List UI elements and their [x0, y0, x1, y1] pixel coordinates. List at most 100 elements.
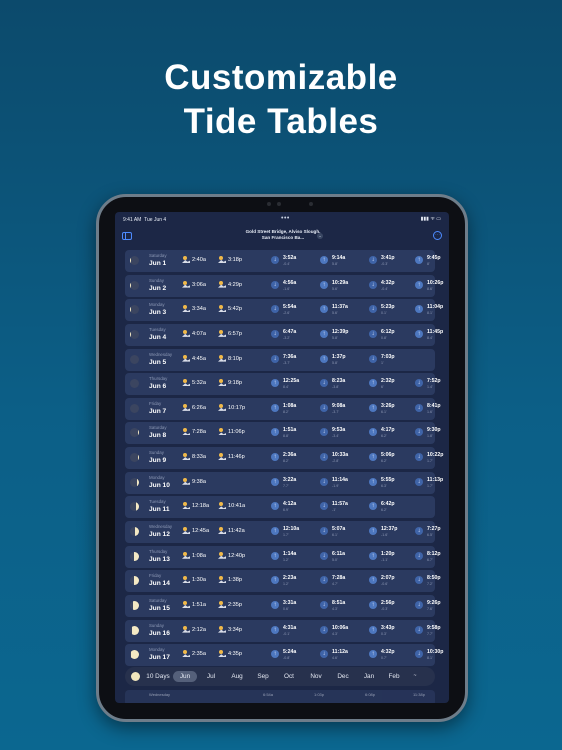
tide-time: 10:33a: [332, 452, 349, 459]
row-day: Monday: [149, 474, 165, 480]
sunrise-icon: [182, 379, 190, 387]
tide-height: 6.2': [381, 508, 387, 513]
tide-row[interactable]: Saturday Jun 8 7:28a 11:06p ↑ 1:51a 8.8' ↓ 9:53a…: [125, 422, 441, 445]
row-date: Jun 11: [149, 506, 170, 514]
low-tide-arrow-icon: ↓: [320, 502, 328, 511]
sunset-icon: [218, 527, 226, 535]
tide-time: 11:04p: [427, 304, 444, 311]
month-tab[interactable]: Jun: [173, 671, 197, 682]
tide-row[interactable]: Monday Jun 3 3:34a 5:42p ↓ 5:54a -2.6' ↑ 11:37a 5…: [125, 299, 443, 322]
high-tide-arrow-icon: ↑: [320, 354, 328, 363]
tide-height: 6.9': [283, 508, 289, 513]
high-tide-arrow-icon: ↑: [369, 600, 377, 609]
sunset-icon: [218, 576, 226, 584]
month-tab[interactable]: Sep: [252, 671, 274, 682]
row-day: Friday: [149, 573, 162, 579]
tide-row[interactable]: Thursday Jun 13 1:08a 12:40p ↑ 1:14a 1.2' ↓ 6:11…: [125, 545, 441, 568]
tide-time: 6:12p: [381, 328, 395, 335]
sunset-icon: [218, 354, 226, 362]
tide-time: 5:23p: [381, 304, 395, 311]
moon-phase-icon: [130, 329, 139, 339]
month-tab[interactable]: 10 Days: [143, 671, 173, 682]
month-tab[interactable]: Feb: [383, 671, 405, 682]
sunrise-time: 2:40a: [192, 257, 206, 263]
chevron-down-icon[interactable]: ⌄: [317, 233, 323, 239]
sunset-time: 10:41a: [228, 503, 246, 510]
sunrise-icon: [182, 305, 190, 313]
high-tide-arrow-icon: ↑: [369, 403, 377, 412]
tide-row[interactable]: Sunday Jun 2 3:06a 4:29p ↓ 4:56a -1.6' ↑ 10:29a 5…: [125, 274, 443, 297]
tide-row[interactable]: Monday Jun 17 2:35a 4:35p ↑ 5:24a -0.8' ↓ 11:12a…: [125, 644, 443, 667]
tide-time: 5:06p: [381, 452, 395, 459]
month-tab[interactable]: Nov: [305, 671, 327, 682]
tide-time: 4:32p: [381, 279, 395, 286]
headline-line1: Customizable: [164, 58, 398, 97]
sunset-time: 5:42p: [228, 306, 242, 313]
low-tide-arrow-icon: ↓: [320, 453, 328, 462]
tide-row[interactable]: Friday Jun 7 6:26a 10:17p ↑ 1:08a 8.2' ↓ 9:08a -3…: [125, 397, 441, 420]
tide-row[interactable]: Tuesday Jun 4 4:07a 6:57p ↓ 6:47a -3.2' ↑ 12:39p…: [125, 323, 443, 346]
tide-row[interactable]: Tuesday Jun 11 12:18a 10:41a ↑ 4:12a 6.9' ↓ 11:5…: [125, 496, 435, 519]
tide-height: 1.4': [427, 385, 433, 390]
tide-time: 12:37p: [381, 526, 398, 533]
tide-time: 1:51a: [283, 427, 297, 434]
sunset-time: 11:46p: [228, 454, 245, 461]
row-day: Sunday: [149, 277, 164, 283]
more-options-icon[interactable]: ⋯: [433, 231, 442, 240]
tide-height: -1': [332, 508, 336, 513]
tide-row[interactable]: Wednesday Jun 5 4:45a 8:10p ↓ 7:36a -3.7' ↑ 1:37…: [125, 348, 435, 371]
headline-line2: Tide Tables: [183, 102, 379, 141]
tide-row[interactable]: Friday Jun 14 1:30a 1:38p ↑ 2:23a 1.2' ↓ 7:28a 4.…: [125, 570, 441, 593]
station-title[interactable]: Gold Street Bridge, Alviso Slough, San F…: [245, 229, 321, 240]
tide-row[interactable]: Wednesday Jun 12 12:45a 11:42a ↑ 12:10a 1.7' ↓ 5…: [125, 521, 441, 544]
tide-height: 4.3': [332, 606, 338, 611]
month-tab[interactable]: Dec: [332, 671, 354, 682]
tide-row[interactable]: Thursday Jun 6 5:32a 9:18p ↑ 12:25a 8.4' ↓ 8:23a…: [125, 373, 441, 396]
high-tide-arrow-icon: ↑: [369, 576, 377, 585]
tide-time: 10:26p: [427, 279, 444, 286]
row-date: Jun 1: [149, 260, 167, 267]
high-tide-arrow-icon: ↑: [271, 600, 279, 609]
low-tide-arrow-icon: ↓: [415, 625, 423, 634]
tide-time: 8:12p: [427, 550, 441, 557]
low-tide-arrow-icon: ↓: [271, 305, 279, 314]
tide-height: 5.0': [332, 557, 338, 562]
moon-phase-icon: [130, 600, 139, 610]
tide-height: 8.2': [283, 459, 289, 464]
tide-time: 1:37p: [332, 353, 346, 360]
tide-row[interactable]: Saturday Jun 15 1:51a 2:35p ↑ 3:31a 0.6' ↓ 8:51a…: [125, 594, 441, 617]
tide-row[interactable]: Sunday Jun 9 8:33a 11:46p ↑ 2:36a 8.2' ↓ 10:33a -…: [125, 447, 443, 470]
tide-height: 0.3': [381, 631, 387, 636]
month-tab[interactable]: Jan: [358, 671, 380, 682]
tide-time: 6:42p: [381, 501, 395, 508]
tide-row[interactable]: Monday Jun 10 9:38a ↑ 3:22a 7.7' ↓ 11:14a -1.9' ↑…: [125, 471, 443, 494]
status-time: 9:41 AM Tue Jun 4: [123, 217, 167, 223]
tide-height: 7.2': [427, 582, 433, 587]
low-tide-arrow-icon: ↓: [320, 379, 328, 388]
moon-phase-icon: [130, 428, 139, 438]
month-tab[interactable]: Aug: [226, 671, 248, 682]
sunrise-icon: [182, 576, 190, 584]
multitasking-dots-icon[interactable]: •••: [281, 215, 290, 222]
tide-time: 11:13p: [427, 476, 444, 483]
tide-height: 1.7': [427, 483, 433, 488]
month-tab[interactable]: Jul: [200, 671, 222, 682]
sunrise-time: 8:33a: [192, 454, 206, 461]
row-date: Jun 16: [149, 629, 170, 637]
month-tab[interactable]: Oct: [278, 671, 300, 682]
sidebar-toggle-icon[interactable]: [122, 232, 132, 240]
tide-row[interactable]: Sunday Jun 16 2:12a 3:34p ↑ 4:31a -0.1' ↓ 10:06a…: [125, 619, 441, 642]
tide-height: -0.4': [381, 286, 388, 291]
sunrise-time: 7:28a: [192, 429, 206, 436]
sunset-time: 11:06p: [228, 429, 245, 436]
row-day: Tuesday: [149, 326, 166, 332]
tide-time: 9:45p: [427, 255, 441, 261]
row-date: Jun 12: [149, 531, 170, 539]
tide-height: -0.4': [283, 262, 290, 266]
tide-row[interactable]: Saturday Jun 1 2:40a 3:18p ↓ 3:52a -0.4' ↑ 9:14a…: [125, 250, 441, 272]
row-day: Monday: [149, 647, 165, 653]
tide-height: -2.6': [283, 311, 290, 316]
tide-time: 9:14a: [332, 255, 346, 261]
tide-time: 6:11a: [332, 550, 345, 557]
low-tide-arrow-icon: ↓: [271, 280, 279, 289]
